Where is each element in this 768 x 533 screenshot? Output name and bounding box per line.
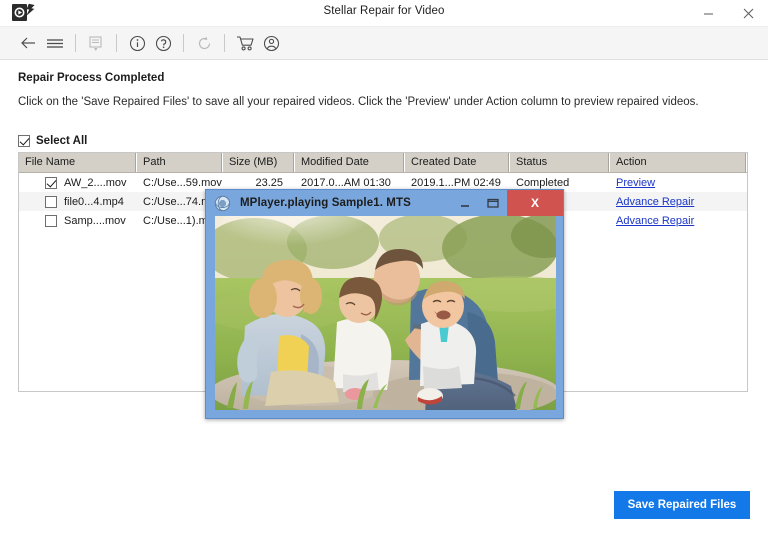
action-link[interactable]: Advance Repair (616, 215, 694, 227)
row-checkbox[interactable] (45, 196, 57, 208)
title-bar: Stellar Repair for Video (0, 0, 768, 27)
cell-action: Advance Repair (610, 211, 747, 230)
mplayer-maximize-button[interactable] (479, 190, 507, 216)
save-list-icon[interactable] (83, 31, 109, 55)
back-icon[interactable] (16, 31, 42, 55)
file-name-label: file0...4.mp4 (64, 196, 124, 208)
minimize-button[interactable] (688, 0, 728, 27)
mplayer-video-frame[interactable] (215, 216, 556, 410)
toolbar-separator-3 (183, 34, 184, 52)
mplayer-icon (214, 195, 231, 212)
help-icon[interactable] (150, 31, 176, 55)
column-header[interactable]: Path (137, 153, 223, 172)
column-header[interactable]: Created Date (405, 153, 510, 172)
toolbar-separator-1 (75, 34, 76, 52)
cell-action: Advance Repair (610, 192, 747, 211)
column-header[interactable]: Size (MB) (223, 153, 295, 172)
action-link[interactable]: Advance Repair (616, 196, 694, 208)
app-window: Stellar Repair for Video (0, 0, 768, 533)
select-all-checkbox[interactable] (18, 135, 30, 147)
menu-icon[interactable] (42, 31, 68, 55)
mplayer-title: MPlayer.playing Sample1. MTS (240, 197, 411, 209)
file-name-label: AW_2....mov (64, 177, 127, 189)
table-header: File NamePathSize (MB)Modified DateCreat… (19, 153, 747, 173)
mplayer-title-bar: MPlayer.playing Sample1. MTS X (206, 190, 563, 216)
account-icon[interactable] (258, 31, 284, 55)
select-all-label: Select All (36, 135, 87, 147)
column-header[interactable]: File Name (19, 153, 137, 172)
mplayer-minimize-button[interactable] (451, 190, 479, 216)
info-icon[interactable] (124, 31, 150, 55)
cell-file-name: file0...4.mp4 (19, 192, 137, 211)
window-controls (688, 0, 768, 27)
cell-file-name: Samp....mov (19, 211, 137, 230)
column-header[interactable]: Status (510, 153, 610, 172)
close-button[interactable] (728, 0, 768, 27)
file-name-label: Samp....mov (64, 215, 126, 227)
page-title: Repair Process Completed (18, 72, 164, 84)
cell-action: Preview (610, 173, 747, 192)
save-repaired-files-button[interactable]: Save Repaired Files (614, 491, 750, 519)
toolbar-separator-4 (224, 34, 225, 52)
window-title: Stellar Repair for Video (0, 5, 768, 17)
cell-file-name: AW_2....mov (19, 173, 137, 192)
mplayer-window[interactable]: MPlayer.playing Sample1. MTS X (205, 189, 564, 419)
column-header[interactable]: Action (610, 153, 747, 172)
mplayer-close-button[interactable]: X (507, 190, 563, 216)
mplayer-window-controls: X (451, 190, 563, 216)
action-link[interactable]: Preview (616, 177, 655, 189)
cart-icon[interactable] (232, 31, 258, 55)
column-header[interactable]: Modified Date (295, 153, 405, 172)
toolbar (0, 27, 768, 60)
refresh-icon[interactable] (191, 31, 217, 55)
row-checkbox[interactable] (45, 215, 57, 227)
page-subtext: Click on the 'Save Repaired Files' to sa… (18, 93, 708, 111)
toolbar-separator-2 (116, 34, 117, 52)
select-all-row[interactable]: Select All (18, 135, 87, 147)
row-checkbox[interactable] (45, 177, 57, 189)
